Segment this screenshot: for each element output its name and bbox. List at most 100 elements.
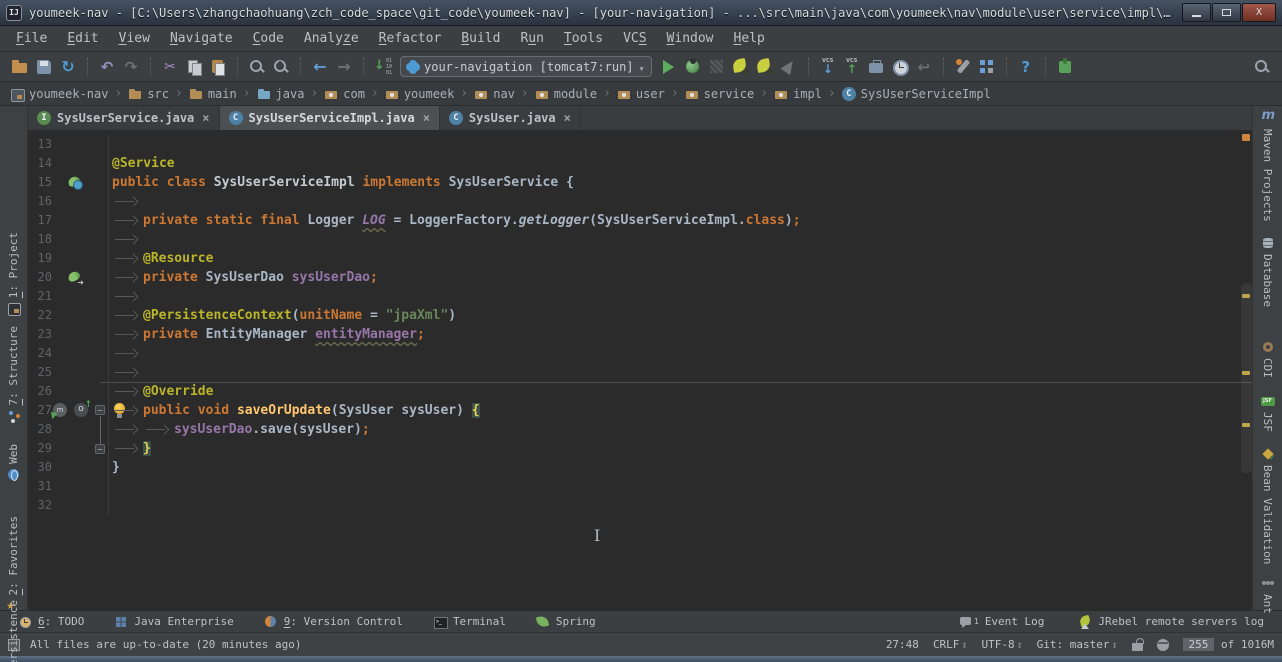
tool-button-6-todo[interactable]: 6: TODO [18,615,84,629]
breadcrumb-nav[interactable]: nav [474,87,515,101]
menu-window[interactable]: Window [657,31,724,46]
run-configuration-select[interactable]: your-navigation [tomcat7:run] [400,56,652,77]
tool-button-bean-validation[interactable]: Bean Validation [1253,447,1282,564]
minimize-button[interactable] [1182,3,1211,22]
menu-build[interactable]: Build [451,31,510,46]
fold-marker[interactable]: − [95,405,105,415]
fold-column[interactable]: − [92,439,109,458]
impl-gutter-icon[interactable]: m [53,403,67,417]
menu-tools[interactable]: Tools [554,31,613,46]
tool-button-jrebel-remote-servers-log[interactable]: JRebel remote servers log [1078,615,1264,629]
jrebel-run-icon[interactable] [730,56,752,78]
paste-icon[interactable] [207,56,229,78]
breadcrumb-youmeek[interactable]: youmeek [385,87,455,101]
plugin-icon[interactable] [1054,56,1076,78]
menu-navigate[interactable]: Navigate [160,31,243,46]
structure-icon[interactable] [976,56,998,78]
tool-button-database[interactable]: Database [1253,236,1282,307]
breadcrumb-main[interactable]: main [189,87,237,101]
debug-icon[interactable] [682,56,704,78]
menu-file[interactable]: File [6,31,57,46]
breadcrumb-src[interactable]: src [128,87,169,101]
breadcrumb-module[interactable]: module [535,87,597,101]
shelve-icon[interactable] [865,56,887,78]
line-ending-selector[interactable]: CRLF [933,638,968,651]
tool-button-cdi[interactable]: CDI [1253,340,1282,378]
breadcrumb-service[interactable]: service [685,87,755,101]
menu-analyze[interactable]: Analyze [294,31,369,46]
redo-icon[interactable] [120,56,142,78]
tab-SysUserService.java[interactable]: SysUserService.java [28,106,220,130]
undo-icon[interactable] [96,56,118,78]
spring-dep-gutter-icon[interactable] [68,270,83,285]
find-icon[interactable] [246,56,268,78]
menu-code[interactable]: Code [243,31,294,46]
breadcrumb-youmeek-nav[interactable]: youmeek-nav [10,87,108,101]
back-icon[interactable] [309,56,331,78]
replace-icon[interactable]: A [270,56,292,78]
close-icon[interactable] [423,111,430,125]
editor[interactable]: 1314@Service15public class SysUserServic… [28,131,1252,610]
run-icon[interactable] [658,56,680,78]
error-stripe-mark[interactable] [1242,134,1250,141]
menu-refactor[interactable]: Refactor [369,31,452,46]
coverage-icon[interactable] [706,56,728,78]
open-icon[interactable] [9,56,31,78]
tool-button-persistence[interactable]: Persistence [0,600,27,662]
tab-SysUser.java[interactable]: SysUser.java [440,106,581,130]
tool-button-1-project[interactable]: 1: Project [0,232,27,316]
scrollbar-thumb[interactable] [1241,283,1252,473]
tool-button-jsf[interactable]: JSF [1253,394,1282,432]
menu-vcs[interactable]: VCS [613,31,656,46]
tool-button-terminal[interactable]: Terminal [433,615,506,629]
tool-button-2-favorites[interactable]: 2: Favorites [0,516,27,613]
forward-icon[interactable] [333,56,355,78]
close-icon[interactable] [202,111,209,125]
breadcrumb-java[interactable]: java [257,87,305,101]
caret-position[interactable]: 27:48 [886,638,919,651]
fold-column[interactable]: − [92,401,109,420]
help-icon[interactable] [1015,56,1037,78]
tool-button-ant[interactable]: Ant [1253,576,1282,614]
menu-help[interactable]: Help [724,31,775,46]
history-icon[interactable] [889,56,911,78]
tool-button-7-structure[interactable]: 7: Structure [0,326,27,423]
breadcrumb-impl[interactable]: impl [774,87,822,101]
close-button[interactable]: X [1242,3,1276,22]
encoding-selector[interactable]: UTF-8 [981,638,1022,651]
menu-edit[interactable]: Edit [57,31,108,46]
search-icon[interactable] [1251,56,1273,78]
memory-indicator[interactable]: 255 of 1016M [1183,637,1274,653]
inspections-hector-icon[interactable] [1157,639,1169,651]
revert-icon[interactable] [913,56,935,78]
jrebel-debug-icon[interactable] [754,56,776,78]
lock-icon[interactable] [1132,643,1143,651]
settings-icon[interactable] [952,56,974,78]
sync-icon[interactable] [57,56,79,78]
sort-icon[interactable] [372,56,394,78]
copy-icon[interactable] [183,56,205,78]
spring-class-gutter-icon[interactable] [68,175,83,190]
tool-button-9-version-control[interactable]: 9: Version Control [264,615,403,629]
menu-run[interactable]: Run [510,31,553,46]
save-icon[interactable] [33,56,55,78]
git-branch-widget[interactable]: Git: master [1037,638,1118,651]
vcs-up-icon[interactable]: VCS↑ [841,56,863,78]
menu-view[interactable]: View [109,31,160,46]
tool-button-event-log[interactable]: 1Event Log [959,615,1044,629]
jrebel-remote-icon[interactable] [778,56,800,78]
breadcrumb-user[interactable]: user [617,87,665,101]
override-gutter-icon[interactable]: o [74,403,88,417]
cut-icon[interactable] [159,56,181,78]
tool-button-maven-projects[interactable]: Maven Projects [1253,111,1282,222]
close-icon[interactable] [564,111,571,125]
fold-marker[interactable]: − [95,444,105,454]
breadcrumb-sysuserserviceimpl[interactable]: SysUserServiceImpl [842,87,991,101]
tab-SysUserServiceImpl.java[interactable]: SysUserServiceImpl.java [220,106,440,130]
vcs-down-icon[interactable]: VCS↓ [817,56,839,78]
fold-column[interactable] [92,420,109,439]
breadcrumb-com[interactable]: com [324,87,365,101]
tool-button-web[interactable]: Web [0,444,27,482]
tool-button-java-enterprise[interactable]: Java Enterprise [114,615,233,629]
maximize-button[interactable] [1212,3,1241,22]
